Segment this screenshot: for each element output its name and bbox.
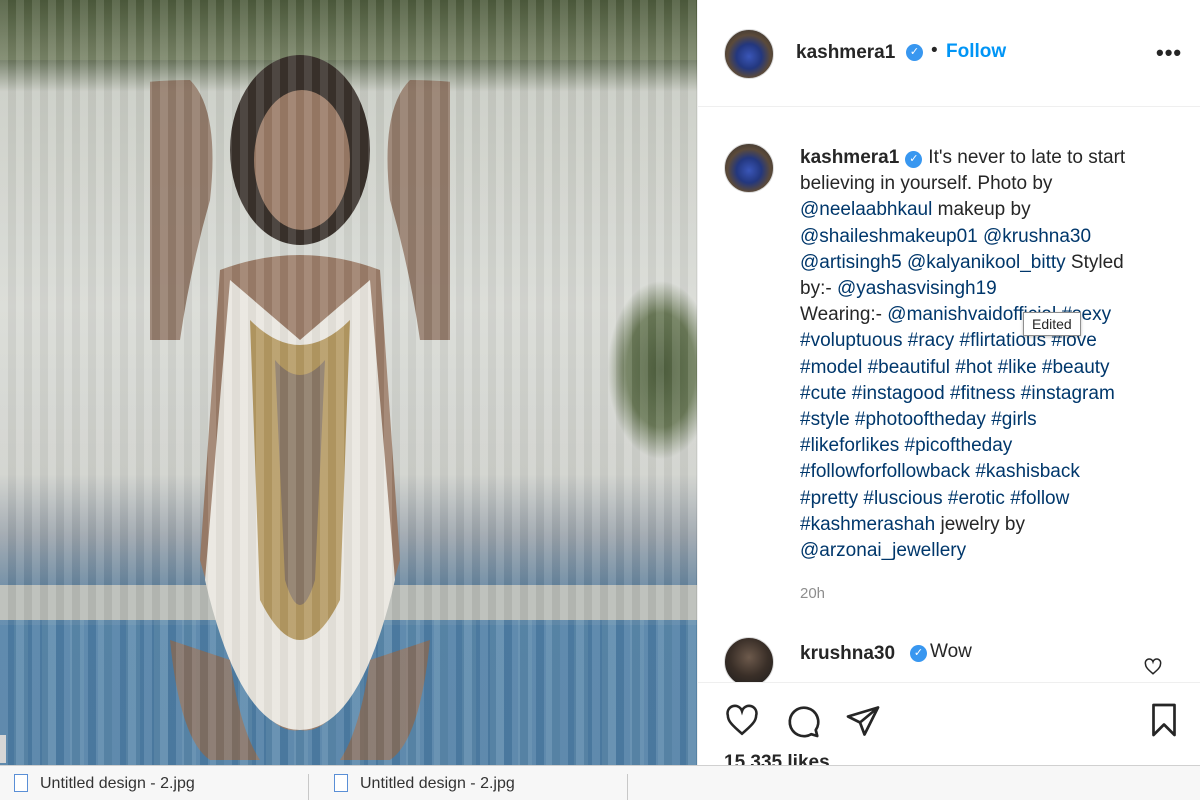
hashtag-link[interactable]: #luscious: [863, 488, 942, 509]
caption-line: #model #beautiful #hot #like #beauty: [800, 355, 1180, 381]
photo-overlay: [0, 0, 697, 765]
hashtag-link[interactable]: #beauty: [1042, 357, 1110, 378]
mention-link[interactable]: @arzonai_jewellery: [800, 540, 966, 561]
hashtag-link[interactable]: #follow: [1010, 488, 1069, 509]
more-options-icon[interactable]: •••: [1156, 40, 1182, 66]
caption-line: #kashmerashah jewelry by: [800, 512, 1180, 538]
caption-username[interactable]: kashmera1: [800, 147, 899, 168]
caption-text: by:-: [800, 278, 837, 300]
downloads-bar: Untitled design - 2.jpg Untitled design …: [0, 765, 1200, 800]
comment-bubble-icon[interactable]: [785, 703, 821, 739]
download-filename: Untitled design - 2.jpg: [40, 775, 195, 792]
download-filename: Untitled design - 2.jpg: [360, 775, 515, 792]
file-icon: [334, 774, 348, 792]
caption-line: kashmera1 ✓ It's never to late to start: [800, 145, 1180, 171]
header-dot-separator: •: [931, 40, 938, 61]
caption-line: #cute #instagood #fitness #instagram: [800, 381, 1180, 407]
mention-link[interactable]: @kalyanikool_bitty: [907, 252, 1066, 273]
caption-text: Wearing:-: [800, 304, 888, 326]
hashtag-link[interactable]: #kashmerashah: [800, 514, 935, 535]
hashtag-link[interactable]: #voluptuous: [800, 330, 902, 351]
download-item[interactable]: Untitled design - 2.jpg: [14, 774, 304, 800]
caption-line: #voluptuous #racy #flirtatious #love: [800, 328, 1180, 354]
hashtag-link[interactable]: #like: [998, 357, 1037, 378]
hashtag-link[interactable]: #style: [800, 409, 850, 430]
mention-link[interactable]: @yashasvisingh19: [837, 278, 997, 299]
caption-author-avatar[interactable]: [724, 143, 774, 193]
hashtag-link[interactable]: #hot: [955, 357, 992, 378]
hashtag-link[interactable]: #beautiful: [868, 357, 950, 378]
caption-line: #pretty #luscious #erotic #follow: [800, 486, 1180, 512]
verified-badge-icon: ✓: [905, 151, 923, 168]
caption-text: jewelry by: [935, 513, 1025, 535]
share-direct-icon[interactable]: [845, 703, 881, 739]
caption-line: by:- @yashasvisingh19: [800, 276, 1180, 302]
author-avatar[interactable]: [724, 29, 774, 79]
mention-link[interactable]: @krushna30: [983, 226, 1091, 247]
caption-text: makeup by: [932, 199, 1031, 221]
hashtag-link[interactable]: #picoftheday: [905, 435, 1013, 456]
edited-tooltip: Edited: [1023, 312, 1081, 336]
caption-line: @arzonai_jewellery: [800, 538, 1180, 564]
comments-scroll-area[interactable]: kashmera1 ✓ It's never to late to start bel…: [698, 107, 1200, 682]
caption-text: It's never to late to start: [928, 147, 1126, 168]
download-item[interactable]: Untitled design - 2.jpg: [334, 774, 624, 800]
post-photo[interactable]: [0, 0, 697, 765]
like-heart-icon[interactable]: [724, 704, 760, 738]
hashtag-link[interactable]: #cute: [800, 383, 846, 404]
hashtag-link[interactable]: #erotic: [948, 488, 1005, 509]
post-timestamp[interactable]: 20h: [800, 585, 825, 602]
downloads-divider: [627, 774, 628, 800]
mention-link[interactable]: @neelaabhkaul: [800, 199, 932, 220]
caption-line: @artisingh5 @kalyanikool_bitty Styled: [800, 250, 1180, 276]
mention-link[interactable]: @artisingh5: [800, 252, 902, 273]
verified-badge-icon: ✓: [910, 645, 927, 662]
post-caption: kashmera1 ✓ It's never to late to start bel…: [800, 145, 1180, 564]
post-header: kashmera1 ✓ • Follow •••: [698, 0, 1200, 107]
hashtag-link[interactable]: #followforfollowback: [800, 461, 970, 482]
hashtag-link[interactable]: #likeforlikes: [800, 435, 899, 456]
hashtag-link[interactable]: #racy: [908, 330, 954, 351]
comment-like-heart-icon[interactable]: [1144, 658, 1162, 676]
caption-line: #likeforlikes #picoftheday: [800, 433, 1180, 459]
author-username[interactable]: kashmera1: [796, 42, 895, 64]
commenter-avatar[interactable]: [724, 637, 774, 682]
hashtag-link[interactable]: #kashisback: [975, 461, 1080, 482]
save-bookmark-icon[interactable]: [1146, 701, 1182, 739]
downloads-divider: [308, 774, 309, 800]
comment-text: Wow: [930, 641, 972, 662]
mention-link[interactable]: @shaileshmakeup01: [800, 226, 978, 247]
post-panel: kashmera1 ✓ • Follow ••• kashmera1 ✓ It's …: [697, 0, 1200, 773]
scrollbar-thumb[interactable]: [0, 735, 6, 763]
follow-button[interactable]: Follow: [946, 41, 1006, 63]
caption-line: believing in yourself. Photo by: [800, 171, 1180, 197]
file-icon: [14, 774, 28, 792]
hashtag-link[interactable]: #fitness: [950, 383, 1015, 404]
hashtag-link[interactable]: #instagram: [1021, 383, 1115, 404]
caption-line: @neelaabhkaul makeup by: [800, 197, 1180, 223]
caption-line: Wearing:- @manishvaidofficial #sexy: [800, 302, 1180, 328]
caption-line: @shaileshmakeup01 @krushna30: [800, 224, 1180, 250]
hashtag-link[interactable]: #instagood: [852, 383, 945, 404]
hashtag-link[interactable]: #model: [800, 357, 862, 378]
caption-text: believing in yourself. Photo by: [800, 173, 1053, 195]
commenter-username[interactable]: krushna30: [800, 643, 895, 665]
hashtag-link[interactable]: #pretty: [800, 488, 858, 509]
hashtag-link[interactable]: #girls: [991, 409, 1036, 430]
caption-text: Styled: [1065, 251, 1124, 273]
caption-line: #style #photooftheday #girls: [800, 407, 1180, 433]
hashtag-link[interactable]: #photooftheday: [855, 409, 986, 430]
verified-badge-icon: ✓: [906, 44, 923, 61]
caption-line: #followforfollowback #kashisback: [800, 459, 1180, 485]
